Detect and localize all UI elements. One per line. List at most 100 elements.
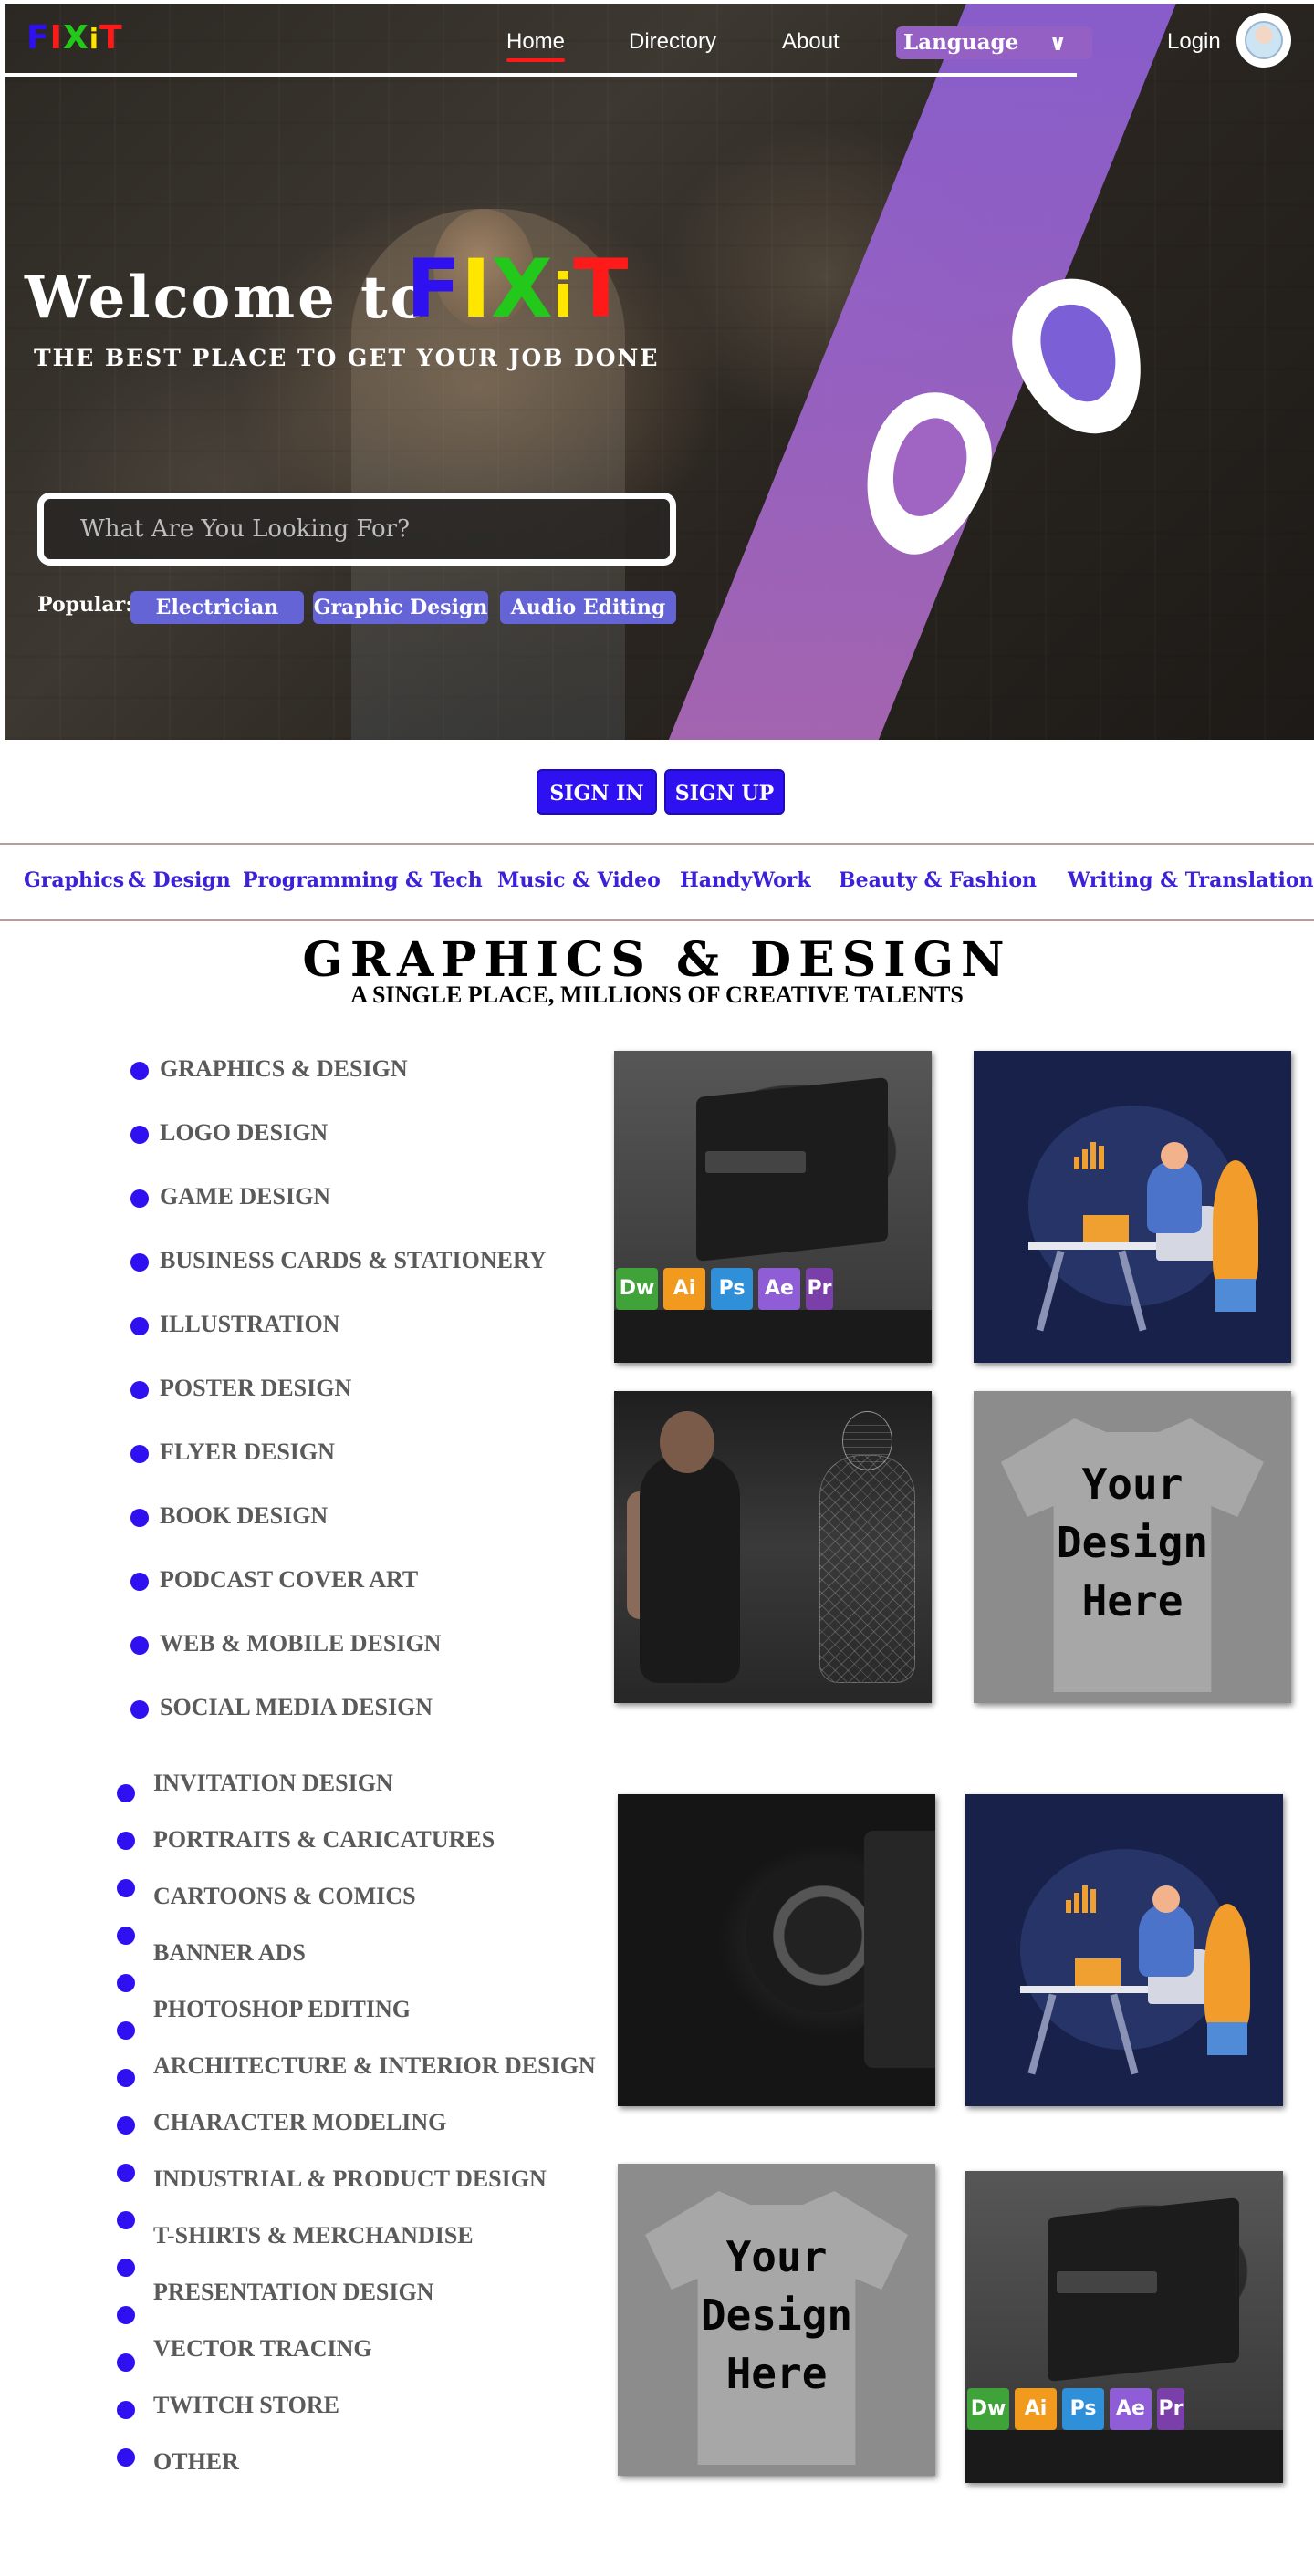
list-item[interactable]: WEB & MOBILE DESIGN [160,1630,441,1657]
list-item[interactable]: BANNER ADS [153,1939,306,1967]
list-item[interactable]: INVITATION DESIGN [153,1770,393,1797]
sign-in-button[interactable]: SIGN IN [537,769,657,815]
category-graphics[interactable]: Graphics [24,868,124,892]
person [1147,1160,1202,1233]
list-item[interactable]: PHOTOSHOP EDITING [153,1996,411,2023]
bullet-icon [130,1636,149,1655]
list-item[interactable]: GAME DESIGN [160,1183,330,1210]
list-item[interactable]: T-SHIRTS & MERCHANDISE [153,2222,474,2249]
chart-icon [1074,1142,1107,1169]
bullet-icon [117,2021,135,2040]
brand-letter: T [573,242,629,336]
list-item[interactable]: SOCIAL MEDIA DESIGN [160,1694,433,1721]
bullet-icon [130,1381,149,1399]
logo-letter: F [26,19,50,57]
photoshop-icon: Ps [711,1268,753,1310]
section-subtitle: A SINGLE PLACE, MILLIONS OF CREATIVE TAL… [350,982,964,1008]
premiere-icon: Pr [806,1268,833,1310]
tile-3d-modeling[interactable] [614,1391,932,1703]
bullet-icon [130,1317,149,1335]
bullet-icon [117,1832,135,1850]
tile-desk-illustration-2[interactable] [965,1794,1283,2106]
list-item[interactable]: BOOK DESIGN [160,1502,328,1530]
after-effects-icon: Ae [758,1268,800,1310]
laptop-base [965,2430,1283,2483]
bullet-icon [117,1784,135,1802]
list-item[interactable]: OTHER [153,2448,239,2476]
bullet-icon [130,1700,149,1719]
list-item[interactable]: PORTRAITS & CARICATURES [153,1826,495,1854]
model-body [640,1455,740,1683]
list-item[interactable]: VECTOR TRACING [153,2335,372,2363]
popular-tag-audio-editing[interactable]: Audio Editing [500,591,676,624]
bullet-icon [130,1253,149,1272]
logo[interactable]: FIXiT [26,20,123,58]
category-design[interactable]: & Design [128,868,231,892]
list-item[interactable]: PODCAST COVER ART [160,1566,418,1594]
user-icon [1245,21,1283,59]
bullet-icon [117,2306,135,2324]
list-item[interactable]: ILLUSTRATION [160,1311,339,1338]
adobe-app-icons: Dw Ai Ps Ae Pr [965,2388,1184,2430]
brand-letter: I [461,242,491,336]
top-navigation: FIXiT Home Directory About Language ∨ Lo… [5,4,1314,77]
bullet-icon [117,2164,135,2182]
language-label: Language [903,30,1019,55]
nav-directory-link[interactable]: Directory [629,29,716,55]
category-writing-translation[interactable]: Writing & Translation [1068,868,1314,892]
category-beauty-fashion[interactable]: Beauty & Fashion [839,868,1037,892]
section-title: GRAPHICS & DESIGN [302,932,1012,988]
person-head [1152,1885,1180,1913]
tile-camera[interactable] [618,1794,935,2106]
adobe-app-icons: Dw Ai Ps Ae Pr [614,1268,833,1310]
tshirt-text: Your Design Here [1056,1459,1209,1626]
avatar[interactable] [1236,13,1291,68]
list-item[interactable]: CARTOONS & COMICS [153,1883,416,1910]
category-programming[interactable]: Programming & Tech [243,868,483,892]
bullet-icon [130,1573,149,1591]
list-item[interactable]: TWITCH STORE [153,2392,339,2419]
tile-adobe-apps[interactable]: Dw Ai Ps Ae Pr [614,1051,932,1363]
brand-letter: X [490,242,553,336]
list-item[interactable]: ARCHITECTURE & INTERIOR DESIGN [153,2052,596,2080]
popular-tag-graphic-design[interactable]: Graphic Design [313,591,488,624]
tile-desk-illustration[interactable] [974,1051,1291,1363]
plant [1204,1904,1250,2031]
list-item[interactable]: CHARACTER MODELING [153,2109,446,2136]
list-item[interactable]: PRESENTATION DESIGN [153,2279,434,2306]
category-music-video[interactable]: Music & Video [497,868,661,892]
tile-adobe-apps-2[interactable]: Dw Ai Ps Ae Pr [965,2171,1283,2483]
bullet-icon [130,1509,149,1527]
model-head [660,1411,714,1473]
tile-tshirt[interactable]: Your Design Here [974,1391,1291,1703]
list-item[interactable]: GRAPHICS & DESIGN [160,1055,408,1083]
logo-letter: I [49,19,63,57]
list-item[interactable]: FLYER DESIGN [160,1439,335,1466]
bullet-icon [117,2401,135,2419]
nav-about-link[interactable]: About [782,29,840,55]
brand-letter: i [552,261,574,331]
tile-tshirt-2[interactable]: Your Design Here [618,2164,935,2476]
brand-letter: F [406,242,462,336]
search-input[interactable] [37,493,676,566]
camera-body [864,1831,935,2068]
popular-tag-electrician[interactable]: Electrician [130,591,304,624]
list-item[interactable]: BUSINESS CARDS & STATIONERY [160,1247,547,1274]
login-link[interactable]: Login [1167,29,1221,55]
laptop [1075,1958,1121,1986]
photoshop-icon: Ps [1062,2388,1104,2430]
language-select[interactable]: Language ∨ [896,26,1092,59]
list-item[interactable]: INDUSTRIAL & PRODUCT DESIGN [153,2166,547,2193]
category-bar-top-border [0,843,1314,845]
person-head [1161,1142,1188,1169]
category-handywork[interactable]: HandyWork [680,868,811,892]
sign-up-button[interactable]: SIGN UP [664,769,785,815]
nav-home-link[interactable]: Home [506,29,566,62]
desk [1028,1242,1165,1250]
bullet-icon [130,1126,149,1144]
laptop-base [614,1310,932,1363]
list-item[interactable]: POSTER DESIGN [160,1375,351,1402]
list-item[interactable]: LOGO DESIGN [160,1119,328,1147]
bullet-icon [130,1445,149,1463]
logo-letter: T [99,19,123,57]
